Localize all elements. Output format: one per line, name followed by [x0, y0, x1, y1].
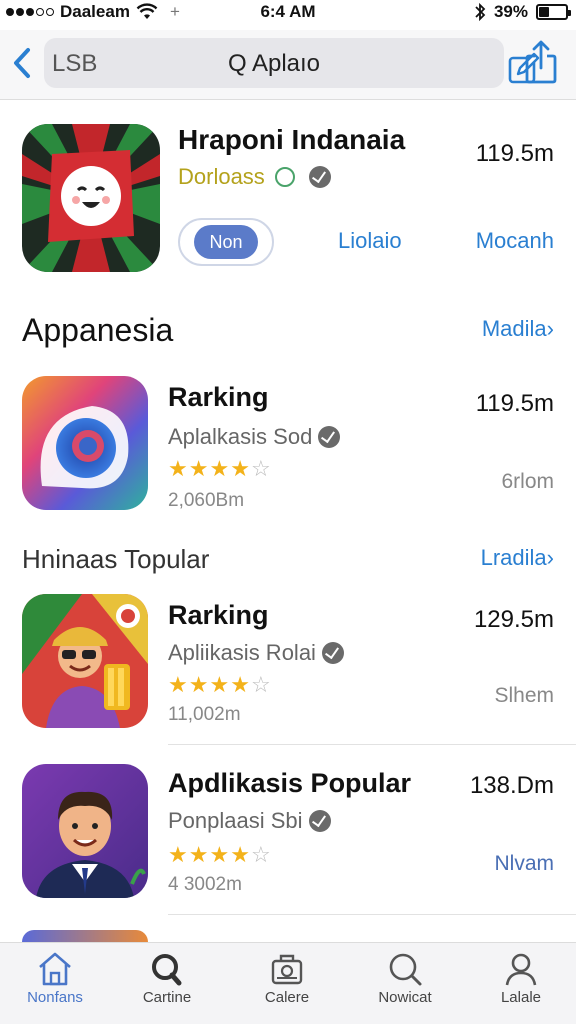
nav-bar: LSB Q Aplaıo	[0, 30, 576, 100]
person-icon	[505, 953, 537, 986]
search-text: Q Aplaıo	[227, 50, 321, 77]
star-rating-1: ★★★★☆	[168, 456, 272, 482]
star-filled-icon: ★	[188, 456, 210, 481]
ring-icon	[274, 167, 295, 187]
app-action-2[interactable]: Slhem	[494, 684, 554, 708]
app-action-1[interactable]: 6rlom	[501, 470, 554, 494]
star-filled-icon: ★	[188, 842, 210, 867]
tab-briefcase-label: Calere	[264, 989, 310, 1006]
tab-search-label: Cartine	[142, 989, 192, 1006]
featured-app-title[interactable]: Hraponi Indanaia	[178, 124, 405, 156]
get-button-label: Non	[194, 225, 258, 259]
app-subtitle-2: Apliikasis Rolai	[168, 640, 344, 666]
bluetooth-icon	[475, 2, 486, 22]
featured-app-subtitle: Dorloass	[178, 164, 331, 190]
status-bar: Daaleam + 6:4 AM 39%	[0, 0, 576, 26]
briefcase-icon	[271, 954, 303, 985]
verified-icon	[318, 426, 341, 448]
divider	[168, 914, 576, 915]
star-filled-icon: ★	[209, 456, 231, 481]
app-title-3[interactable]: Apdlikasis Popular	[168, 768, 411, 799]
tab-briefcase[interactable]: Calere	[232, 951, 342, 1021]
star-empty-icon: ☆	[250, 842, 272, 867]
app-count-1: 2,060Bm	[168, 490, 245, 511]
battery-percent: 39%	[493, 2, 528, 21]
star-filled-icon: ★	[209, 842, 231, 867]
tab-profile[interactable]: Lalale	[466, 951, 576, 1021]
star-rating-2: ★★★★☆	[168, 672, 272, 698]
get-button[interactable]: Non	[178, 218, 274, 266]
app-subtitle-1: Aplalkasis Sod	[168, 424, 341, 450]
tab-home[interactable]: Nonfans	[0, 951, 110, 1021]
search-field[interactable]: LSB Q Aplaıo	[44, 38, 540, 88]
star-empty-icon: ☆	[250, 456, 272, 481]
featured-link-2[interactable]: Mocanh	[476, 228, 554, 254]
app-count-2: 11,002m	[168, 704, 241, 725]
section-link-2[interactable]: Lradila›	[481, 545, 554, 571]
search-icon	[152, 954, 182, 986]
section-title-2: Hninaas Topular	[22, 544, 210, 574]
verified-icon	[308, 810, 331, 832]
battery-fill	[539, 7, 550, 17]
app-size-3: 138.Dm	[469, 772, 554, 799]
tab-explore[interactable]: Nowicat	[350, 951, 460, 1021]
star-filled-icon: ★	[188, 672, 210, 697]
app-icon-3[interactable]	[22, 764, 148, 898]
magnifier-icon	[389, 953, 422, 986]
divider	[168, 744, 576, 745]
app-icon-1[interactable]	[22, 376, 148, 510]
section-link-1[interactable]: Madila›	[482, 316, 554, 342]
app-title-1[interactable]: Rarking	[168, 382, 269, 413]
status-right: 39%	[474, 2, 571, 22]
chevron-left-icon[interactable]	[10, 46, 36, 80]
tab-explore-label: Nowicat	[378, 989, 432, 1006]
star-empty-icon: ☆	[250, 672, 272, 697]
app-subtitle-text-3: Ponplaasi Sbi	[168, 808, 303, 833]
verified-icon	[308, 166, 331, 188]
featured-link-1[interactable]: Liolaio	[338, 228, 402, 254]
star-filled-icon: ★	[230, 842, 251, 867]
tab-search[interactable]: Cartine	[112, 951, 222, 1021]
app-title-2[interactable]: Rarking	[168, 600, 269, 631]
app-size-1: 119.5m	[475, 390, 554, 417]
tab-home-label: Nonfans	[27, 989, 83, 1006]
app-subtitle-3: Ponplaasi Sbi	[168, 808, 331, 834]
star-filled-icon: ★	[230, 672, 251, 697]
star-filled-icon: ★	[168, 842, 189, 867]
app-action-3[interactable]: Nlvam	[494, 852, 554, 876]
featured-subtitle-text: Dorloass	[178, 164, 265, 189]
star-filled-icon: ★	[209, 672, 231, 697]
tab-profile-label: Lalale	[500, 989, 542, 1006]
app-icon-4-partial	[22, 930, 148, 942]
app-icon-2[interactable]	[22, 594, 148, 728]
star-filled-icon: ★	[230, 456, 251, 481]
app-count-3: 4 3002m	[168, 874, 242, 895]
battery-icon	[536, 4, 571, 20]
home-icon	[39, 952, 71, 986]
verified-icon	[321, 642, 344, 664]
app-subtitle-text-1: Aplalkasis Sod	[168, 424, 313, 449]
star-filled-icon: ★	[168, 672, 189, 697]
section-title-1: Appanesia	[22, 312, 174, 348]
star-rating-3: ★★★★☆	[168, 842, 272, 868]
featured-app-size: 119.5m	[475, 140, 554, 167]
star-filled-icon: ★	[168, 456, 189, 481]
featured-app-icon[interactable]	[22, 124, 160, 272]
app-subtitle-text-2: Apliikasis Rolai	[168, 640, 316, 665]
tab-bar: Nonfans Cartine Calere Nowicat Lalale	[0, 942, 576, 1024]
share-icon[interactable]	[522, 38, 560, 86]
app-size-2: 129.5m	[473, 606, 554, 633]
